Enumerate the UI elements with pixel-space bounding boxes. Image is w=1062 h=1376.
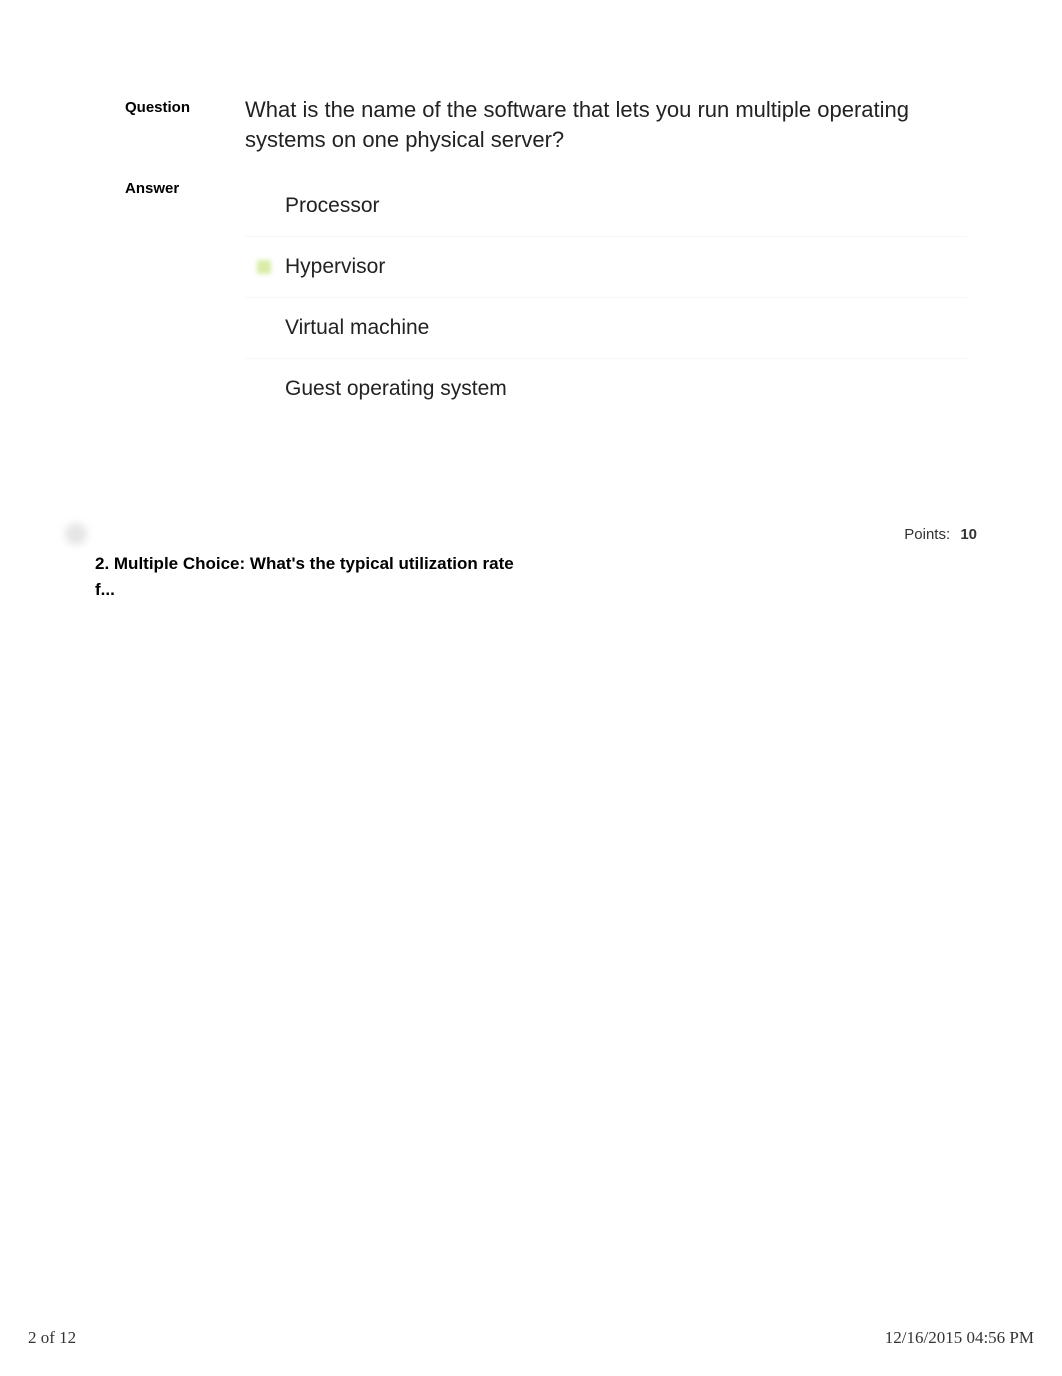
answer-label: Answer	[125, 176, 245, 197]
question-row: Question What is the name of the softwar…	[125, 95, 967, 154]
answer-marker-icon	[257, 321, 271, 335]
answer-option-text: Virtual machine	[281, 316, 429, 340]
answer-option[interactable]: Guest operating system	[245, 359, 967, 419]
footer-timestamp: 12/16/2015 04:56 PM	[885, 1328, 1034, 1348]
question-text: What is the name of the software that le…	[245, 95, 967, 154]
answer-option[interactable]: Hypervisor	[245, 237, 967, 298]
answer-marker-icon	[257, 382, 271, 396]
points-row: Points: 10	[95, 526, 997, 543]
status-indicator-icon	[65, 523, 87, 545]
answer-option-text: Guest operating system	[281, 377, 507, 401]
answer-option[interactable]: Virtual machine	[245, 298, 967, 359]
question-label: Question	[125, 95, 245, 116]
points-label: Points:	[904, 526, 950, 543]
next-question-title: 2. Multiple Choice: What's the typical u…	[95, 551, 997, 602]
next-question-title-line1: 2. Multiple Choice: What's the typical u…	[95, 551, 997, 577]
answer-option-text: Processor	[281, 194, 380, 218]
next-question-title-line2: f...	[95, 577, 997, 603]
next-question-section: Points: 10 2. Multiple Choice: What's th…	[85, 526, 1007, 602]
page-content: Question What is the name of the softwar…	[0, 0, 1062, 602]
page-footer: 2 of 12 12/16/2015 04:56 PM	[0, 1328, 1062, 1348]
points-value: 10	[960, 526, 977, 543]
answer-options-container: Processor Hypervisor Virtual machine Gue…	[245, 176, 967, 419]
answer-row: Answer Processor Hypervisor Virtual mach…	[125, 176, 967, 419]
answer-option-text: Hypervisor	[281, 255, 385, 279]
question-card: Question What is the name of the softwar…	[85, 70, 1007, 471]
answer-marker-icon	[257, 260, 271, 274]
answer-option[interactable]: Processor	[245, 176, 967, 237]
answer-marker-icon	[257, 199, 271, 213]
page-indicator: 2 of 12	[28, 1328, 76, 1348]
